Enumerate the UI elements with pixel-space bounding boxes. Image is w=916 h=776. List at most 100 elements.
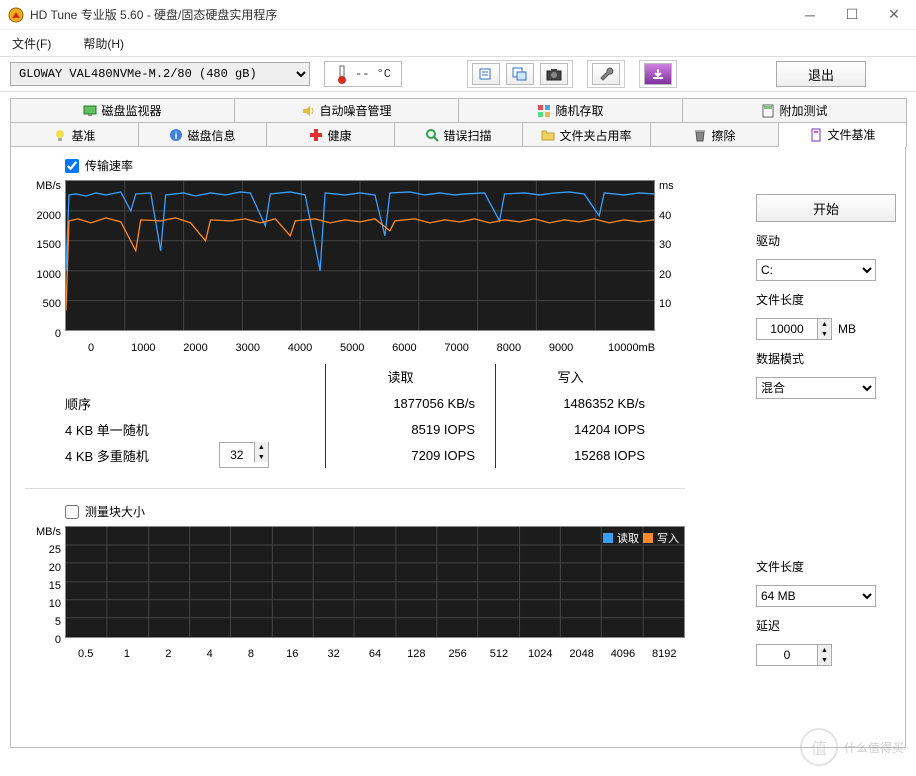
tab-info[interactable]: i磁盘信息	[138, 122, 267, 147]
watermark: 值 什么值得买	[800, 728, 904, 766]
folder-icon	[541, 128, 555, 142]
spin-up-icon[interactable]: ▲	[817, 319, 831, 329]
transfer-rate-checkbox[interactable]	[65, 159, 79, 173]
results-read-column: 读取 1877056 KB/s 8519 IOPS 7209 IOPS	[325, 364, 495, 468]
delay-spinner[interactable]: ▲▼	[756, 644, 832, 666]
file-bench-icon	[809, 128, 823, 142]
tabs-row-top: 磁盘监视器 自动噪音管理 随机存取 附加测试	[10, 98, 906, 122]
search-icon	[425, 128, 439, 142]
file-length2-select[interactable]: 64 MB	[756, 585, 876, 607]
tab-extra-tests[interactable]: 附加测试	[682, 98, 907, 122]
spin-down-icon[interactable]: ▼	[254, 452, 268, 462]
tab-file-benchmark[interactable]: 文件基准	[778, 122, 907, 147]
delay-label: 延迟	[756, 617, 896, 634]
row-sequential-label: 顺序	[65, 390, 325, 416]
start-button[interactable]: 开始	[756, 194, 896, 222]
tab-aam[interactable]: 自动噪音管理	[234, 98, 459, 122]
chart1-y-right-axis: ms 40302010	[655, 180, 685, 340]
watermark-text: 什么值得买	[844, 739, 904, 756]
chart1-y-left-axis: MB/s 2000150010005000	[25, 180, 65, 340]
spin-down-icon[interactable]: ▼	[817, 329, 831, 339]
queue-depth-input[interactable]	[220, 448, 254, 462]
drive-letter-select[interactable]: C:	[756, 259, 876, 281]
random-multi-write: 15268 IOPS	[496, 442, 645, 468]
save-button[interactable]	[644, 63, 672, 85]
watermark-icon: 值	[800, 728, 838, 766]
minimize-button[interactable]: ─	[796, 5, 824, 25]
tab-benchmark[interactable]: 基准	[10, 122, 139, 147]
legend-write-swatch	[643, 533, 653, 543]
maximize-button[interactable]: ☐	[838, 5, 866, 25]
tab-health[interactable]: 健康	[266, 122, 395, 147]
row-random-single-label: 4 KB 单一随机	[65, 416, 325, 442]
trash-icon	[693, 128, 707, 142]
file-length-spinner[interactable]: ▲▼	[756, 318, 832, 340]
spin-down-icon[interactable]: ▼	[817, 655, 831, 665]
file-length-label: 文件长度	[756, 291, 896, 308]
calculator-icon	[761, 104, 775, 118]
toolbar-group-1	[467, 60, 573, 88]
transfer-rate-label: 传输速率	[85, 157, 133, 174]
drive-select[interactable]: GLOWAY VAL480NVMe-M.2/80 (480 gB)	[10, 62, 310, 86]
legend-read-swatch	[603, 533, 613, 543]
chart2-x-axis: 0.512481632641282565121024204840968192	[25, 646, 685, 660]
copy-text-button[interactable]	[472, 63, 500, 85]
health-icon	[309, 128, 323, 142]
tabs-row-bottom: 基准 i磁盘信息 健康 错误扫描 文件夹占用率 擦除 文件基准	[10, 122, 906, 147]
chart1-svg	[65, 180, 655, 331]
chart2-plot: 读取 写入	[65, 526, 685, 646]
svg-text:i: i	[175, 131, 178, 142]
random-icon	[537, 104, 551, 118]
app-icon	[8, 7, 24, 23]
spin-up-icon[interactable]: ▲	[254, 442, 268, 452]
exit-button[interactable]: 退出	[776, 61, 866, 87]
toolbar: GLOWAY VAL480NVMe-M.2/80 (480 gB) -- °C …	[0, 56, 916, 92]
tab-error-scan[interactable]: 错误扫描	[394, 122, 523, 147]
file-length-input[interactable]	[757, 322, 817, 336]
row-random-multi-label: 4 KB 多重随机	[65, 446, 149, 465]
sequential-read: 1877056 KB/s	[326, 390, 475, 416]
screenshot-button[interactable]	[540, 63, 568, 85]
tab-erase[interactable]: 擦除	[650, 122, 779, 147]
chart1-plot	[65, 180, 655, 340]
file-length-unit: MB	[838, 322, 856, 336]
settings-button[interactable]	[592, 63, 620, 85]
random-single-write: 14204 IOPS	[496, 416, 645, 442]
side-panel-bottom: 文件长度 64 MB 延迟 ▲▼	[756, 558, 896, 666]
close-button[interactable]: ✕	[880, 5, 908, 25]
file-length2-label: 文件长度	[756, 558, 896, 575]
toolbar-group-2	[587, 60, 625, 88]
tab-disk-monitor[interactable]: 磁盘监视器	[10, 98, 235, 122]
pattern-label: 数据模式	[756, 350, 896, 367]
side-panel-top: 开始 驱动 C: 文件长度 ▲▼ MB 数据模式 混合	[756, 194, 896, 399]
window-title: HD Tune 专业版 5.60 - 硬盘/固态硬盘实用程序	[30, 6, 796, 23]
random-single-read: 8519 IOPS	[326, 416, 475, 442]
tab-folder-usage[interactable]: 文件夹占用率	[522, 122, 651, 147]
blocksize-checkbox[interactable]	[65, 505, 79, 519]
results-table: 顺序 4 KB 单一随机 4 KB 多重随机 ▲▼ 读取 1877056 KB/…	[25, 364, 685, 468]
toolbar-group-3	[639, 60, 677, 88]
blocksize-label: 测量块大小	[85, 503, 145, 520]
pattern-select[interactable]: 混合	[756, 377, 876, 399]
temperature-value: -- °C	[355, 67, 391, 81]
menu-file[interactable]: 文件(F)	[12, 35, 51, 52]
thermometer-icon	[335, 64, 349, 84]
delay-input[interactable]	[757, 648, 817, 662]
monitor-icon	[83, 104, 97, 118]
bulb-icon	[53, 128, 67, 142]
queue-depth-spinner[interactable]: ▲▼	[219, 442, 269, 468]
write-header: 写入	[496, 364, 645, 390]
menu-help[interactable]: 帮助(H)	[83, 35, 124, 52]
speaker-icon	[301, 104, 315, 118]
tab-random-access[interactable]: 随机存取	[458, 98, 683, 122]
info-icon: i	[169, 128, 183, 142]
read-header: 读取	[326, 364, 475, 390]
copy-window-button[interactable]	[506, 63, 534, 85]
chart2-svg	[65, 526, 685, 638]
menu-bar: 文件(F) 帮助(H)	[0, 30, 916, 56]
drive-label: 驱动	[756, 232, 896, 249]
copy-window-icon	[512, 67, 528, 81]
transfer-rate-block: 传输速率 MB/s 2000150010005000	[25, 157, 685, 468]
chart2-y-axis: MB/s 2520151050	[25, 526, 65, 646]
spin-up-icon[interactable]: ▲	[817, 645, 831, 655]
